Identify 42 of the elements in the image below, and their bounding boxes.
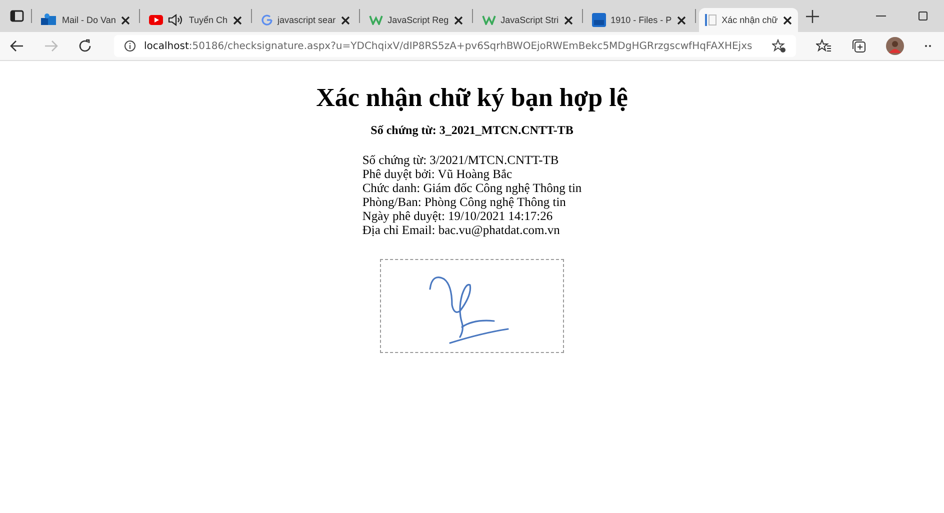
more-icon[interactable] (924, 44, 934, 48)
close-icon[interactable] (232, 16, 242, 24)
close-icon[interactable] (564, 16, 573, 24)
close-icon[interactable] (676, 16, 686, 24)
close-icon[interactable] (120, 16, 130, 24)
close-icon[interactable] (782, 16, 792, 24)
tab-actions-icon[interactable] (10, 9, 24, 23)
favorites-icon[interactable] (816, 39, 832, 53)
star-plus-icon[interactable] (772, 39, 786, 53)
app-icon (592, 13, 606, 27)
new-tab-icon[interactable] (806, 10, 819, 22)
browser-tab[interactable]: Tuyển Ch (142, 8, 248, 32)
detail-line: Địa chỉ Email: bac.vu@phatdat.com.vn (362, 223, 561, 237)
detail-line: Chức danh: Giám đốc Công nghệ Thông tin (362, 181, 582, 195)
detail-line: Ngày phê duyệt: 19/10/2021 14:17:26 (362, 209, 554, 223)
address-bar[interactable]: localhost:50186/checksignature.aspx?u=YDChqixV/dIP8RS5zA+pv6SqrhBWOEjoRWEmBekc5MDgHGRrzgscwfHqFAXHEjxs (114, 35, 796, 57)
browser-tab[interactable]: Xác nhận chữ (698, 8, 798, 32)
detail-line: Phòng/Ban: Phòng Công nghệ Thông tin (362, 195, 567, 209)
restore-icon[interactable] (918, 11, 928, 21)
collections-icon[interactable] (852, 39, 866, 53)
video-icon (148, 15, 163, 25)
document-number: Số chứng từ: 3_2021_MTCN.CNTT-TB (370, 123, 574, 138)
browser-tab[interactable]: javascript sear (254, 8, 356, 32)
detail-line: Phê duyệt bởi: Vũ Hoàng Bắc (362, 167, 514, 181)
avatar-icon[interactable] (886, 37, 904, 55)
g-icon (260, 14, 273, 26)
browser-tab[interactable]: Mail - Do Van (35, 8, 136, 32)
close-icon[interactable] (454, 16, 463, 24)
detail-line: Số chứng từ: 3/2021/MTCN.CNTT-TB (362, 153, 560, 167)
w3-icon (482, 15, 496, 25)
browser-tab[interactable]: JavaScript Stri (476, 8, 579, 32)
envelope-icon (41, 13, 57, 27)
page-title: Xác nhận chữ ký bạn hợp lệ (316, 83, 628, 113)
speaker-icon[interactable] (168, 14, 184, 26)
browser-tab[interactable]: JavaScript Reg (362, 8, 469, 32)
back-arrow-icon[interactable] (10, 40, 24, 52)
w3-icon (368, 15, 383, 25)
browser-tab[interactable]: 1910 - Files - P (586, 8, 692, 32)
close-icon[interactable] (340, 16, 350, 24)
info-icon (124, 40, 136, 52)
document-icon (704, 13, 717, 27)
refresh-icon[interactable] (78, 39, 92, 53)
